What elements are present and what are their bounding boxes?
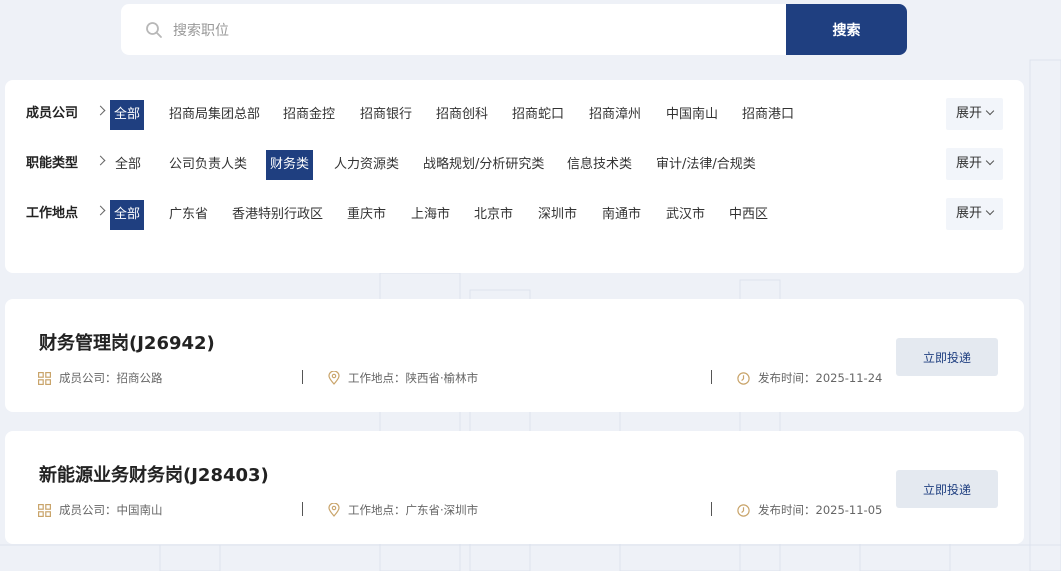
apply-button[interactable]: 立即投递 bbox=[896, 338, 998, 376]
filter-option-location[interactable]: 中西区 bbox=[725, 200, 772, 230]
filter-option-function[interactable]: 审计/法律/合规类 bbox=[652, 150, 760, 180]
filter-option-location[interactable]: 南通市 bbox=[598, 200, 645, 230]
clock-icon bbox=[737, 371, 750, 385]
divider bbox=[711, 370, 712, 384]
filter-row-function: 职能类型 全部 公司负责人类 财务类 人力资源类 战略规划/分析研究类 信息技术… bbox=[5, 146, 1024, 180]
chevron-down-icon bbox=[985, 156, 995, 166]
chevron-right-icon bbox=[95, 155, 106, 166]
job-company: 成员公司：中国南山 bbox=[38, 502, 163, 518]
location-pin-icon bbox=[328, 503, 340, 517]
job-location-text: 工作地点：陕西省·榆林市 bbox=[348, 371, 479, 385]
location-pin-icon bbox=[328, 371, 340, 385]
divider bbox=[711, 502, 712, 516]
job-title[interactable]: 新能源业务财务岗(J28403) bbox=[39, 461, 269, 487]
job-date: 发布时间：2025-11-24 bbox=[737, 370, 882, 386]
filter-option-company-all[interactable]: 全部 bbox=[110, 100, 145, 130]
filter-option-company[interactable]: 招商蛇口 bbox=[508, 100, 568, 130]
filter-option-company[interactable]: 招商创科 bbox=[432, 100, 492, 130]
filter-option-function[interactable]: 战略规划/分析研究类 bbox=[419, 150, 548, 180]
job-title[interactable]: 财务管理岗(J26942) bbox=[39, 329, 215, 355]
filter-option-company[interactable]: 招商港口 bbox=[738, 100, 798, 130]
filter-option-function[interactable]: 信息技术类 bbox=[563, 150, 636, 180]
filter-option-company[interactable]: 中国南山 bbox=[662, 100, 722, 130]
filter-option-function-all[interactable]: 全部 bbox=[111, 150, 145, 180]
filter-row-location: 工作地点 全部 广东省 香港特别行政区 重庆市 上海市 北京市 深圳市 南通市 … bbox=[5, 196, 1024, 230]
filter-label-function: 职能类型 bbox=[26, 156, 79, 171]
filter-option-company[interactable]: 招商银行 bbox=[356, 100, 416, 130]
search-input[interactable] bbox=[171, 4, 775, 57]
filter-option-function-selected[interactable]: 财务类 bbox=[266, 150, 314, 180]
job-company-text: 成员公司：中国南山 bbox=[59, 503, 163, 517]
expand-label: 展开 bbox=[955, 206, 982, 221]
filter-option-location[interactable]: 深圳市 bbox=[534, 200, 581, 230]
filter-label-company: 成员公司 bbox=[26, 106, 79, 121]
job-card[interactable]: 新能源业务财务岗(J28403) 成员公司：中国南山 工作地点：广东省·深圳市 … bbox=[5, 431, 1024, 544]
expand-button-function[interactable]: 展开 bbox=[946, 148, 1003, 180]
filter-label-location: 工作地点 bbox=[26, 206, 79, 221]
job-date-text: 发布时间：2025-11-24 bbox=[758, 371, 883, 385]
filter-option-location[interactable]: 武汉市 bbox=[662, 200, 709, 230]
filter-option-location[interactable]: 上海市 bbox=[407, 200, 454, 230]
job-location-text: 工作地点：广东省·深圳市 bbox=[348, 503, 479, 517]
job-company: 成员公司：招商公路 bbox=[38, 370, 163, 386]
divider bbox=[302, 502, 303, 516]
chevron-down-icon bbox=[985, 206, 995, 216]
expand-button-company[interactable]: 展开 bbox=[946, 98, 1003, 130]
expand-label: 展开 bbox=[955, 156, 982, 171]
filter-option-function[interactable]: 人力资源类 bbox=[330, 150, 403, 180]
apply-button[interactable]: 立即投递 bbox=[896, 470, 998, 508]
expand-label: 展开 bbox=[955, 106, 982, 121]
clock-icon bbox=[737, 503, 750, 517]
filter-option-location[interactable]: 重庆市 bbox=[343, 200, 390, 230]
grid-icon bbox=[38, 371, 51, 385]
filter-panel: 成员公司 全部 招商局集团总部 招商金控 招商银行 招商创科 招商蛇口 招商漳州… bbox=[5, 80, 1024, 273]
filter-option-location[interactable]: 香港特别行政区 bbox=[228, 200, 327, 230]
filter-option-company[interactable]: 招商局集团总部 bbox=[165, 100, 264, 130]
filter-option-location-all[interactable]: 全部 bbox=[110, 200, 145, 230]
filter-option-location[interactable]: 广东省 bbox=[165, 200, 212, 230]
grid-icon bbox=[38, 503, 51, 517]
search-button[interactable]: 搜索 bbox=[786, 4, 907, 55]
job-date-text: 发布时间：2025-11-05 bbox=[758, 503, 883, 517]
job-location: 工作地点：陕西省·榆林市 bbox=[328, 370, 478, 386]
filter-option-function[interactable]: 公司负责人类 bbox=[165, 150, 251, 180]
filter-row-company: 成员公司 全部 招商局集团总部 招商金控 招商银行 招商创科 招商蛇口 招商漳州… bbox=[5, 96, 1024, 130]
job-card[interactable]: 财务管理岗(J26942) 成员公司：招商公路 工作地点：陕西省·榆林市 发布时… bbox=[5, 299, 1024, 412]
job-company-text: 成员公司：招商公路 bbox=[59, 371, 163, 385]
filter-option-company[interactable]: 招商金控 bbox=[279, 100, 339, 130]
search-icon bbox=[146, 22, 162, 38]
job-location: 工作地点：广东省·深圳市 bbox=[328, 502, 478, 518]
expand-button-location[interactable]: 展开 bbox=[946, 198, 1003, 230]
search-bar: 搜索 bbox=[121, 4, 907, 57]
chevron-down-icon bbox=[985, 106, 995, 116]
divider bbox=[302, 370, 303, 384]
filter-option-company[interactable]: 招商漳州 bbox=[585, 100, 645, 130]
chevron-right-icon bbox=[95, 105, 106, 116]
filter-option-location[interactable]: 北京市 bbox=[470, 200, 517, 230]
job-date: 发布时间：2025-11-05 bbox=[737, 502, 882, 518]
chevron-right-icon bbox=[95, 205, 106, 216]
